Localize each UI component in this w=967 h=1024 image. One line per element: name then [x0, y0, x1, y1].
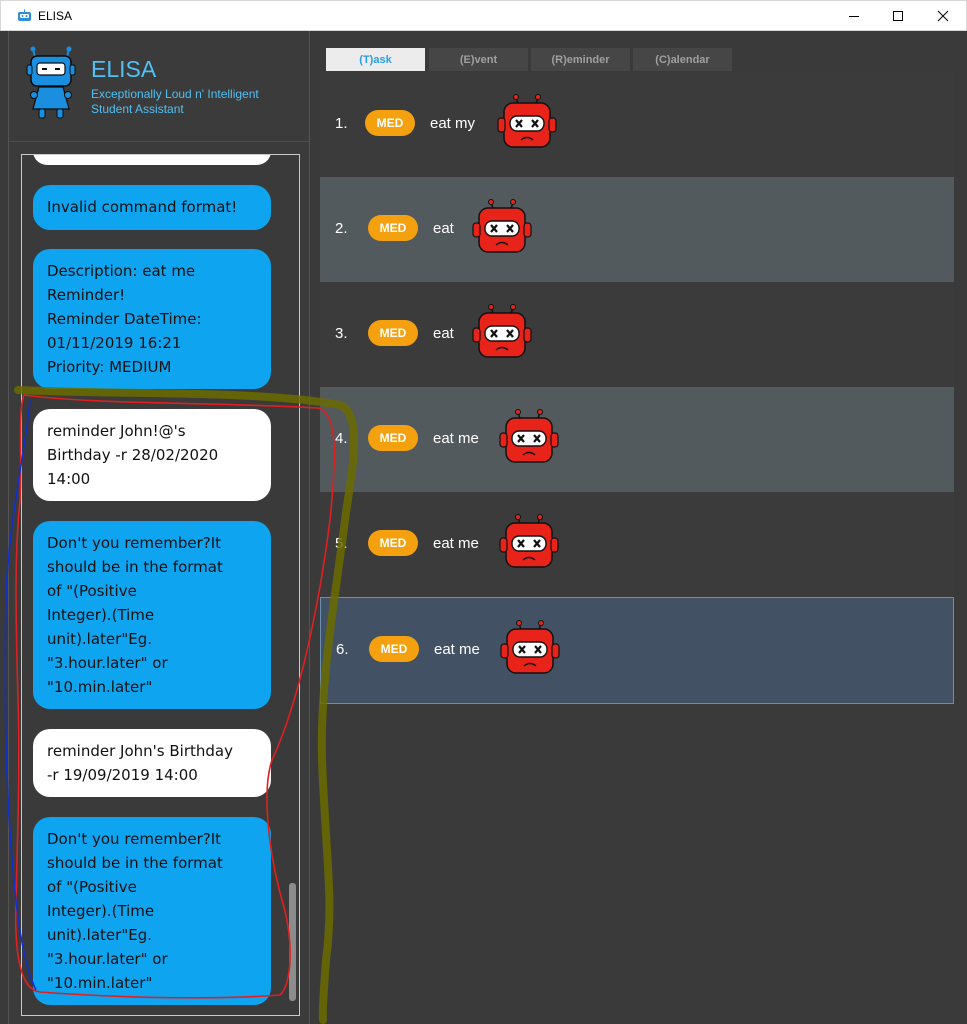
elisa-robot-logo-icon: [26, 46, 76, 119]
task-index: 2.: [335, 220, 348, 237]
chat-bubble-user: reminder John's Birthday -r 19/09/2019 1…: [33, 729, 271, 797]
chat-bubble-bot: Don't you remember?It should be in the f…: [33, 521, 271, 709]
task-list: 1. MED eat my 2. MED eat 3. MED eat 4. M…: [320, 72, 954, 704]
task-row[interactable]: 5. MED eat me: [320, 492, 954, 597]
minimize-icon: [849, 16, 859, 17]
chat-line: "10.min.later": [47, 974, 153, 992]
tab-task[interactable]: (T)ask: [326, 48, 425, 71]
chat-line: Description: eat me: [47, 262, 196, 280]
priority-badge: MED: [368, 320, 418, 346]
maximize-icon: [893, 11, 903, 21]
task-index: 4.: [335, 430, 348, 447]
task-row-selected[interactable]: 6. MED eat me: [320, 597, 954, 704]
chat-bubble-bot: Don't you remember?It should be in the f…: [33, 817, 271, 1005]
sad-robot-icon: [499, 620, 561, 675]
chat-line: "3.hour.later" or: [47, 950, 168, 968]
sad-robot-icon: [498, 409, 560, 464]
sad-robot-icon: [498, 514, 560, 569]
chat-line: 14:00: [47, 470, 91, 488]
tab-reminder[interactable]: (R)eminder: [531, 48, 630, 71]
chat-bubble-user-partial: [33, 155, 271, 165]
chat-line: Birthday -r 28/02/2020: [47, 446, 219, 464]
chat-line: should be in the format: [47, 854, 223, 872]
task-row[interactable]: 3. MED eat: [320, 282, 954, 387]
tab-event[interactable]: (E)vent: [429, 48, 528, 71]
sad-robot-icon: [496, 94, 558, 149]
chat-bubble-bot: Description: eat me Reminder! Reminder D…: [33, 249, 271, 389]
chat-line: unit).later"Eg.: [47, 926, 152, 944]
window-title: ELISA: [38, 9, 73, 23]
chat-line: Reminder DateTime:: [47, 310, 202, 328]
chat-line: unit).later"Eg.: [47, 630, 152, 648]
chat-line: Don't you remember?It: [47, 534, 222, 552]
task-row[interactable]: 2. MED eat: [320, 177, 954, 282]
chat-line: should be in the format: [47, 558, 223, 576]
assistant-header: ELISA Exceptionally Loud n' Intelligent …: [9, 31, 309, 142]
chat-line: Integer).(Time: [47, 606, 155, 624]
task-description: eat me: [433, 535, 479, 552]
chat-line: Integer).(Time: [47, 902, 155, 920]
app-tagline: Exceptionally Loud n' Intelligent Studen…: [91, 87, 291, 117]
chat-history[interactable]: Invalid command format! Description: eat…: [21, 154, 300, 1016]
chat-line: -r 19/09/2019 14:00: [47, 766, 198, 784]
chat-scrollbar-thumb[interactable]: [289, 883, 296, 1001]
task-description: eat: [433, 325, 454, 342]
minimize-button[interactable]: [831, 1, 877, 31]
chat-bubble-bot: Invalid command format!: [33, 185, 271, 230]
app-robot-icon: [18, 9, 31, 21]
tagline-line: Student Assistant: [91, 102, 184, 116]
task-index: 1.: [335, 115, 348, 132]
close-icon: [937, 10, 949, 22]
title-bar[interactable]: ELISA: [0, 0, 967, 31]
priority-badge: MED: [368, 425, 418, 451]
assistant-pane: ELISA Exceptionally Loud n' Intelligent …: [8, 31, 310, 1024]
task-row[interactable]: 1. MED eat my: [320, 72, 954, 177]
priority-badge: MED: [368, 215, 418, 241]
task-description: eat me: [434, 641, 480, 658]
tab-calendar[interactable]: (C)alendar: [633, 48, 732, 71]
maximize-button[interactable]: [875, 1, 921, 31]
chat-line: Priority: MEDIUM: [47, 358, 172, 376]
task-description: eat my: [430, 115, 476, 132]
chat-line: Reminder!: [47, 286, 126, 304]
chat-bubble-user: reminder John!@'s Birthday -r 28/02/2020…: [33, 409, 271, 501]
chat-line: reminder John!@'s: [47, 422, 186, 440]
priority-badge: MED: [365, 110, 415, 136]
close-button[interactable]: [920, 1, 966, 31]
chat-line: of "(Positive: [47, 878, 137, 896]
task-index: 3.: [335, 325, 348, 342]
task-description: eat me: [433, 430, 479, 447]
task-index: 6.: [336, 641, 349, 658]
chat-line: 01/11/2019 16:21: [47, 334, 182, 352]
priority-badge: MED: [368, 530, 418, 556]
sad-robot-icon: [471, 304, 533, 359]
task-index: 5.: [335, 535, 348, 552]
task-row[interactable]: 4. MED eat me: [320, 387, 954, 492]
elisa-window: ELISA ELISA Exceptionally Loud n' Intell…: [0, 0, 967, 1024]
tagline-line: Exceptionally Loud n' Intelligent: [91, 87, 259, 101]
chat-line: Invalid command format!: [47, 198, 238, 216]
task-description: eat: [433, 220, 454, 237]
chat-line: "3.hour.later" or: [47, 654, 168, 672]
priority-badge: MED: [369, 636, 419, 662]
chat-line: Don't you remember?It: [47, 830, 222, 848]
chat-line: reminder John's Birthday: [47, 742, 233, 760]
chat-line: "10.min.later": [47, 678, 153, 696]
chat-line: of "(Positive: [47, 582, 137, 600]
sad-robot-icon: [471, 199, 533, 254]
app-brand-name: ELISA: [91, 56, 157, 82]
